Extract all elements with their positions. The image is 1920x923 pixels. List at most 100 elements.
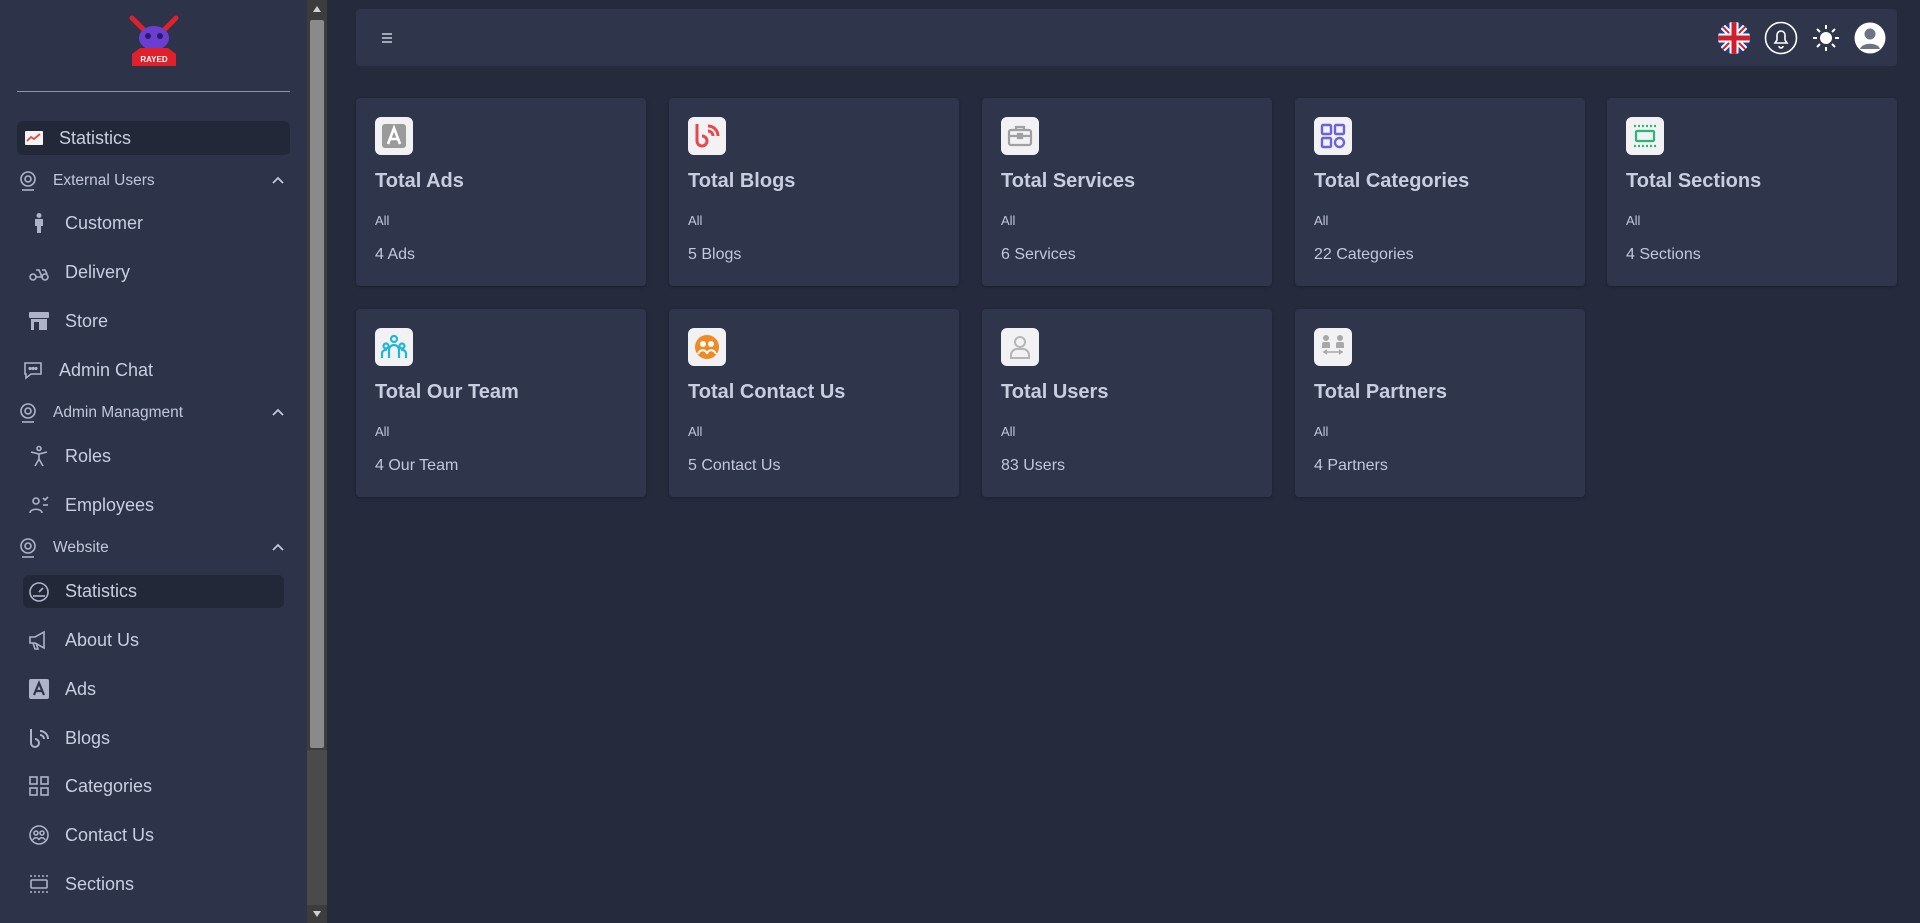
- sidebar-item-statistics[interactable]: Statistics: [17, 121, 290, 155]
- hamburger-icon[interactable]: [376, 27, 398, 49]
- sidebar-item-customer[interactable]: Customer: [28, 208, 143, 238]
- sidebar-item-label: Statistics: [65, 581, 138, 601]
- sidebar-item-contact-us[interactable]: Contact Us: [28, 820, 154, 850]
- card-title: Total Blogs: [688, 170, 796, 192]
- sidebar-item-employees[interactable]: Employees: [28, 490, 154, 520]
- sidebar-item-admin-chat[interactable]: Admin Chat: [22, 355, 153, 385]
- card-subtitle: All: [688, 213, 703, 228]
- stat-card-categories[interactable]: Total Categories All 22 Categories: [1295, 98, 1585, 286]
- contact-icon: [688, 328, 726, 366]
- sidebar-scrollbar[interactable]: [307, 0, 327, 923]
- stat-card-our-team[interactable]: Total Our Team All 4 Our Team: [356, 309, 646, 497]
- card-count: 83 Users: [1001, 457, 1066, 474]
- sidebar-item-delivery[interactable]: Delivery: [28, 257, 130, 287]
- sidebar-group-website[interactable]: Website: [17, 533, 290, 563]
- grid-icon: [28, 775, 50, 797]
- sidebar-item-store[interactable]: Store: [28, 306, 108, 336]
- stat-card-services[interactable]: Total Services All 6 Services: [982, 98, 1272, 286]
- stat-card-contact-us[interactable]: Total Contact Us All 5 Contact Us: [669, 309, 959, 497]
- card-title: Total Services: [1001, 170, 1136, 192]
- stat-card-partners[interactable]: Total Partners All 4 Partners: [1295, 309, 1585, 497]
- sidebar-item-sections[interactable]: Sections: [28, 869, 134, 899]
- scroll-thumb[interactable]: [310, 20, 324, 748]
- scooter-icon: [28, 261, 50, 283]
- sidebar-item-blogs[interactable]: Blogs: [28, 723, 110, 753]
- flag-uk-icon[interactable]: [1716, 20, 1752, 56]
- sidebar-group-label: External Users: [53, 172, 155, 189]
- card-title: Total Contact Us: [688, 381, 846, 403]
- accessibility-icon: [28, 445, 50, 467]
- topbar: [356, 9, 1897, 66]
- scroll-up-arrow-icon[interactable]: [307, 0, 327, 18]
- sections-icon: [28, 873, 50, 895]
- stat-card-ads[interactable]: Total Ads All 4 Ads: [356, 98, 646, 286]
- card-count: 6 Services: [1001, 246, 1076, 263]
- sun-icon[interactable]: [1808, 20, 1844, 56]
- stat-card-sections[interactable]: Total Sections All 4 Sections: [1607, 98, 1897, 286]
- card-count: 5 Blogs: [688, 246, 742, 263]
- card-count: 5 Contact Us: [688, 457, 781, 474]
- user-avatar-icon[interactable]: [1852, 20, 1888, 56]
- card-subtitle: All: [1001, 213, 1016, 228]
- chevron-up-icon[interactable]: [270, 540, 286, 556]
- card-title: Total Ads: [375, 170, 464, 192]
- sidebar-item-about-us[interactable]: About Us: [28, 625, 139, 655]
- team-icon: [375, 328, 413, 366]
- sidebar-item-label: Categories: [65, 775, 153, 796]
- scroll-down-arrow-icon[interactable]: [307, 905, 327, 923]
- bell-icon[interactable]: [1763, 20, 1799, 56]
- sidebar-item-website-statistics[interactable]: Statistics: [23, 575, 284, 608]
- toolbox-icon: [1001, 117, 1039, 155]
- sidebar-group-external-users[interactable]: External Users: [17, 166, 290, 196]
- stat-card-users[interactable]: Total Users All 83 Users: [982, 309, 1272, 497]
- card-subtitle: All: [1626, 213, 1641, 228]
- card-count: 22 Categories: [1314, 246, 1414, 263]
- store-icon: [28, 310, 50, 332]
- sidebar-group-admin-managment[interactable]: Admin Managment: [17, 398, 290, 428]
- card-count: 4 Sections: [1626, 246, 1701, 263]
- card-subtitle: All: [1314, 424, 1329, 439]
- grid-icon: [1314, 117, 1352, 155]
- card-title: Total Sections: [1626, 170, 1762, 192]
- card-count: 4 Our Team: [375, 457, 459, 474]
- blog-icon: [688, 117, 726, 155]
- sidebar-item-label: Blogs: [65, 727, 111, 748]
- sidebar-item-label: Store: [65, 310, 109, 331]
- logo-divider: [17, 91, 290, 92]
- user-icon: [1001, 328, 1039, 366]
- card-subtitle: All: [1001, 424, 1016, 439]
- webcam-icon: [17, 170, 39, 192]
- card-subtitle: All: [375, 213, 390, 228]
- card-subtitle: All: [688, 424, 703, 439]
- sidebar-item-label: Contact Us: [65, 824, 155, 845]
- card-title: Total Partners: [1314, 381, 1447, 403]
- sidebar-item-categories[interactable]: Categories: [28, 771, 152, 801]
- card-subtitle: All: [375, 424, 390, 439]
- sections-icon: [1626, 117, 1664, 155]
- sidebar-item-ads[interactable]: Ads: [28, 674, 96, 704]
- ads-icon: [375, 117, 413, 155]
- chevron-up-icon[interactable]: [270, 405, 286, 421]
- stat-card-blogs[interactable]: Total Blogs All 5 Blogs: [669, 98, 959, 286]
- webcam-icon: [17, 402, 39, 424]
- sidebar-item-label: Admin Chat: [59, 359, 154, 380]
- card-title: Total Our Team: [375, 381, 519, 403]
- sidebar-item-roles[interactable]: Roles: [28, 441, 111, 471]
- sidebar: RAYED Statistics External Users Customer…: [0, 0, 307, 923]
- scroll-track[interactable]: [307, 750, 327, 905]
- sidebar-group-label: Admin Managment: [53, 404, 184, 421]
- chevron-up-icon[interactable]: [270, 173, 286, 189]
- employees-icon: [28, 494, 50, 516]
- rayed-logo[interactable]: RAYED: [126, 14, 182, 68]
- sidebar-item-label: Sections: [65, 873, 135, 894]
- blog-icon: [28, 727, 50, 749]
- gauge-icon: [28, 581, 50, 603]
- sidebar-item-label: Statistics: [59, 127, 132, 148]
- contact-icon: [28, 824, 50, 846]
- partners-icon: [1314, 328, 1352, 366]
- card-count: 4 Ads: [375, 246, 416, 263]
- card-subtitle: All: [1314, 213, 1329, 228]
- card-count: 4 Partners: [1314, 457, 1388, 474]
- sidebar-item-label: Ads: [65, 678, 97, 699]
- sidebar-item-label: Delivery: [65, 261, 131, 282]
